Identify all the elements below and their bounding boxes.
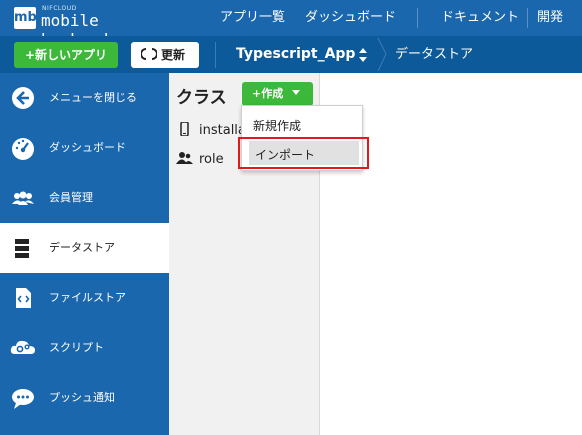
sidebar-item-filestore[interactable]: ファイルストア	[0, 273, 169, 323]
sidebar-item-label: データストア	[49, 241, 115, 254]
file-code-icon	[16, 288, 31, 308]
nav-documents[interactable]: ドキュメント	[441, 0, 519, 36]
menu-item-new[interactable]: 新規作成	[253, 117, 301, 134]
nav-dev-tips[interactable]: 開発TIPS	[537, 0, 582, 61]
chat-bubble-icon	[12, 389, 34, 409]
sidebar-item-label: メニューを閉じる	[49, 91, 137, 104]
sidebar-item-label: ダッシュボード	[49, 141, 126, 154]
app-selector[interactable]: Typescript_App	[236, 36, 355, 73]
refresh-icon	[140, 48, 158, 60]
sidebar: メニューを閉じる ダッシュボード 会員管理 データストア ファイルストア スクリ…	[0, 73, 169, 435]
database-icon	[15, 239, 29, 258]
breadcrumb: データストア	[395, 47, 474, 62]
phone-icon	[180, 122, 189, 136]
sidebar-item-datastore[interactable]: データストア	[0, 223, 169, 273]
class-item-role[interactable]: role	[176, 151, 224, 167]
sidebar-item-label: 会員管理	[49, 191, 93, 204]
gauge-icon	[12, 138, 34, 160]
sidebar-item-push[interactable]: プッシュ通知	[0, 373, 169, 423]
cloud-gear-icon	[10, 340, 35, 354]
create-class-button[interactable]: +作成	[242, 82, 313, 106]
nav-divider	[527, 8, 528, 28]
breadcrumb-separator-icon	[377, 37, 387, 72]
refresh-button[interactable]: 更新	[131, 42, 199, 68]
sidebar-item-label: ファイルストア	[49, 291, 126, 304]
arrow-left-circle-icon	[12, 87, 34, 109]
new-app-button[interactable]: +新しいアプリ	[14, 42, 118, 68]
nav-dashboard[interactable]: ダッシュボード	[305, 0, 396, 36]
class-item-label: role	[199, 152, 224, 167]
sidebar-item-label: プッシュ通知	[49, 391, 115, 404]
logo[interactable]: mb NIFCLOUD mobile backend	[14, 5, 169, 49]
toolbar: +新しいアプリ 更新 Typescript_App データストア	[0, 36, 582, 73]
toolbar-divider	[215, 42, 216, 68]
sidebar-item-label: スクリプト	[49, 341, 104, 354]
refresh-label: 更新	[161, 48, 186, 62]
sidebar-item-script[interactable]: スクリプト	[0, 323, 169, 373]
logo-mark: mb	[14, 7, 37, 29]
class-item-installation[interactable]: installa	[176, 122, 246, 138]
sidebar-item-dashboard[interactable]: ダッシュボード	[0, 123, 169, 173]
sidebar-item-close-menu[interactable]: メニューを閉じる	[0, 73, 169, 123]
users-icon	[12, 191, 34, 205]
class-panel-title: クラス	[176, 88, 227, 108]
class-item-label: installa	[199, 123, 246, 138]
caret-down-icon	[292, 90, 301, 95]
nav-app-list[interactable]: アプリ一覧	[220, 0, 285, 36]
create-label: +作成	[252, 87, 284, 100]
sort-arrows-icon[interactable]	[358, 46, 368, 64]
users-icon	[176, 152, 193, 164]
sidebar-item-members[interactable]: 会員管理	[0, 173, 169, 223]
nav-divider	[417, 8, 418, 28]
top-bar: mb NIFCLOUD mobile backend アプリ一覧 ダッシュボード…	[0, 0, 582, 61]
highlight-box	[238, 137, 369, 169]
